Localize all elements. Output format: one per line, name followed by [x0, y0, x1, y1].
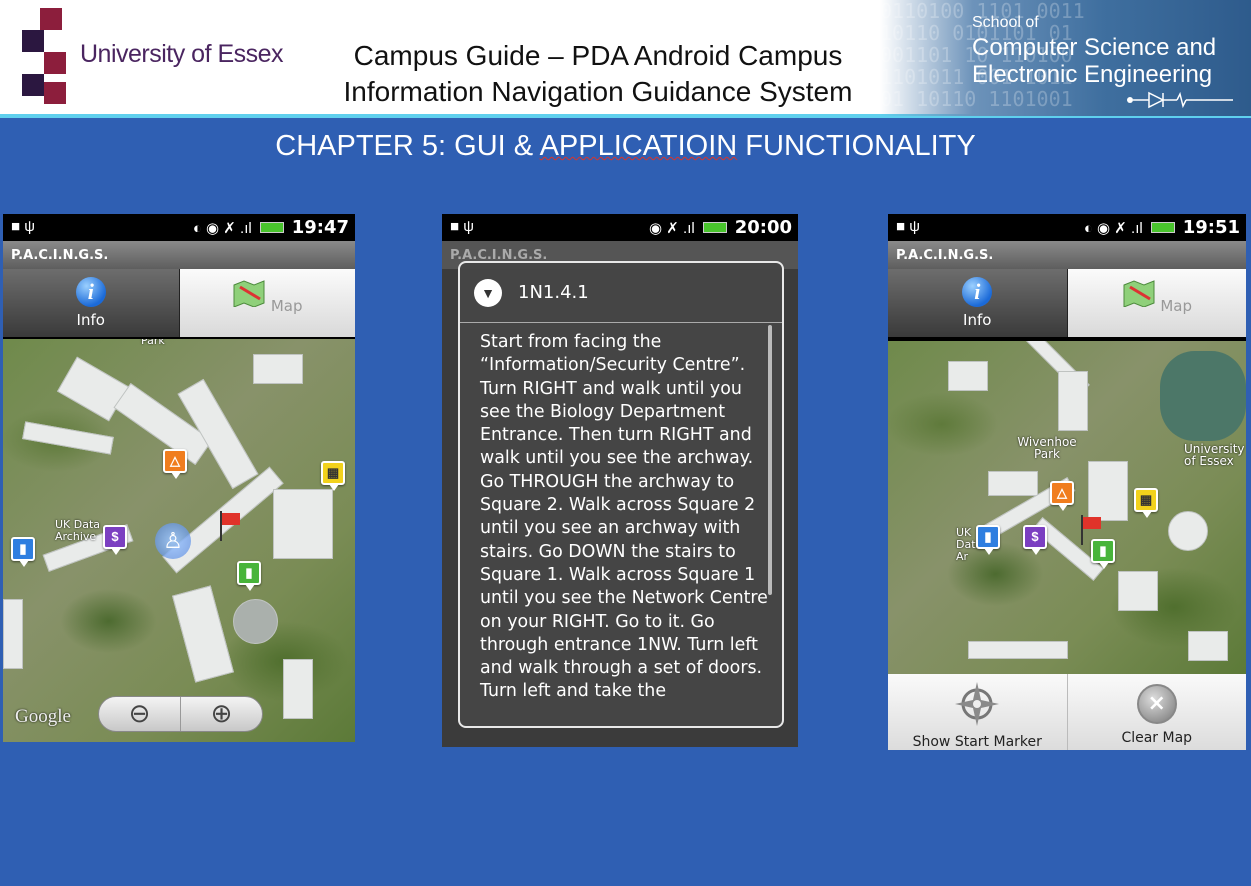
battery-icon [702, 222, 727, 233]
dialog-scrollbar[interactable] [768, 325, 772, 595]
tab-bar: i Info Map [888, 269, 1246, 337]
school-name: Computer Science and Electronic Engineer… [972, 34, 1216, 88]
zoom-in-button[interactable]: ⊕ [181, 697, 262, 731]
title-line-2: Information Navigation Guidance System [343, 76, 853, 107]
signal-icons: ◐ ◉ ✗ .ıl [1083, 219, 1143, 237]
circuit-icon [1127, 91, 1233, 109]
app-title-bar: P.A.C.I.N.G.S. [3, 241, 355, 269]
tab-map[interactable]: Map [179, 269, 355, 337]
clear-map-button[interactable]: × Clear Map [1068, 674, 1247, 750]
map-label-wivenhoe-park: Wivenhoe Park [1017, 435, 1077, 461]
info-icon: i [75, 277, 106, 307]
marker-building-icon[interactable]: ▦ [1134, 488, 1158, 518]
school-name-line-2: Electronic Engineering [972, 61, 1213, 88]
flag-icon[interactable] [1078, 515, 1104, 545]
clock: 19:47 [291, 217, 349, 238]
status-bar: ■ ψ ◐ ◉ ✗ .ıl 19:51 [888, 214, 1246, 241]
phone-screenshot-map-overview: ■ ψ ◐ ◉ ✗ .ıl 19:51 P.A.C.I.N.G.S. i Info… [888, 214, 1246, 750]
slide-header: University of Essex Campus Guide – PDA A… [0, 0, 1251, 118]
directions-text: Start from facing the “Information/Secur… [480, 332, 768, 702]
signal-icons: ◉ ✗ .ıl [649, 219, 695, 237]
university-logo [22, 8, 66, 104]
compass-icon [955, 682, 1000, 726]
marker-orange-icon[interactable]: △ [1050, 481, 1074, 511]
zoom-out-button[interactable]: ⊖ [99, 697, 181, 731]
marker-entrance-icon[interactable]: ▮ [976, 525, 1000, 555]
battery-icon [259, 222, 284, 233]
google-logo: Google [15, 706, 71, 727]
dialog-header: ▼ 1N1.4.1 [460, 263, 782, 323]
map-label-park: Park [141, 339, 165, 347]
zoom-control: ⊖ ⊕ [98, 696, 263, 732]
chapter-suffix: FUNCTIONALITY [737, 130, 976, 162]
chapter-prefix: CHAPTER 5: GUI & [275, 130, 540, 162]
tab-info[interactable]: i Info [3, 269, 180, 337]
university-name: University of Essex [80, 40, 284, 68]
marker-cash-icon[interactable]: $ [103, 525, 127, 555]
directions-dialog: ▼ 1N1.4.1 Start from facing the “Informa… [458, 261, 784, 728]
phone-screenshot-directions: ■ ψ ◉ ✗ .ıl 20:00 P.A.C.I.N.G.S. ▼ 1N1.4.… [442, 214, 798, 747]
school-label: School of [972, 14, 1039, 31]
collapse-icon[interactable]: ▼ [474, 279, 502, 307]
map-action-bar: Show Start Marker × Clear Map [888, 674, 1246, 750]
marker-orange-icon[interactable]: △ [163, 449, 187, 479]
status-bar: ■ ψ ◉ ✗ .ıl 20:00 [442, 214, 798, 241]
notification-icons: ■ ψ [11, 218, 35, 235]
user-location-icon: ♙ [155, 523, 191, 559]
title-line-1: Campus Guide – PDA Android Campus [353, 40, 843, 71]
show-start-marker-label: Show Start Marker [912, 734, 1042, 750]
flag-icon[interactable] [217, 511, 243, 541]
status-bar: ■ ψ ◐ ◉ ✗ .ıl 19:47 [3, 214, 355, 241]
battery-icon [1150, 222, 1175, 233]
marker-building-icon[interactable]: ▦ [321, 461, 345, 491]
tab-bar: i Info Map [3, 269, 355, 337]
map-icon [233, 280, 265, 308]
clock: 19:51 [1182, 217, 1240, 238]
school-banner: 0110100 1101 0011 10110 0101101 01 001101 … [880, 0, 1251, 116]
signal-icons: ◐ ◉ ✗ .ıl [192, 219, 252, 237]
marker-entrance-icon[interactable]: ▮ [11, 537, 35, 567]
chapter-heading: CHAPTER 5: GUI & APPLICATIOIN FUNCTIONAL… [0, 130, 1251, 163]
info-icon: i [962, 277, 993, 307]
tab-info-label: Info [963, 311, 992, 329]
marker-exit-icon[interactable]: ▮ [237, 561, 261, 591]
clock: 20:00 [734, 217, 792, 238]
tab-map[interactable]: Map [1067, 269, 1246, 337]
show-start-marker-button[interactable]: Show Start Marker [888, 674, 1068, 750]
map-label-university-of-essex: University of Essex [1184, 442, 1245, 468]
presentation-title: Campus Guide – PDA Android Campus Inform… [318, 38, 878, 110]
satellite-map[interactable]: Wivenhoe Park University of Essex UK Dat… [888, 341, 1246, 674]
notification-icons: ■ ψ [450, 218, 474, 235]
tab-info[interactable]: i Info [888, 269, 1068, 337]
notification-icons: ■ ψ [896, 218, 920, 235]
satellite-map[interactable]: Park UK Data Archive △ ▦ $ ▮ ▮ ♙ Google … [3, 339, 355, 742]
clear-icon: × [1136, 684, 1177, 724]
school-name-line-1: Computer Science and [972, 34, 1217, 61]
clear-map-label: Clear Map [1121, 730, 1193, 746]
phone-screenshot-map: ■ ψ ◐ ◉ ✗ .ıl 19:47 P.A.C.I.N.G.S. i Info… [3, 214, 355, 742]
tab-map-label: Map [1160, 297, 1192, 315]
tab-map-label: Map [270, 297, 303, 315]
dialog-title: 1N1.4.1 [518, 282, 589, 303]
app-title-bar: P.A.C.I.N.G.S. [888, 241, 1246, 269]
tab-info-label: Info [76, 311, 105, 329]
chapter-misspelled-word: APPLICATIOIN [539, 130, 738, 162]
marker-cash-icon[interactable]: $ [1023, 525, 1047, 555]
map-icon [1123, 280, 1155, 308]
